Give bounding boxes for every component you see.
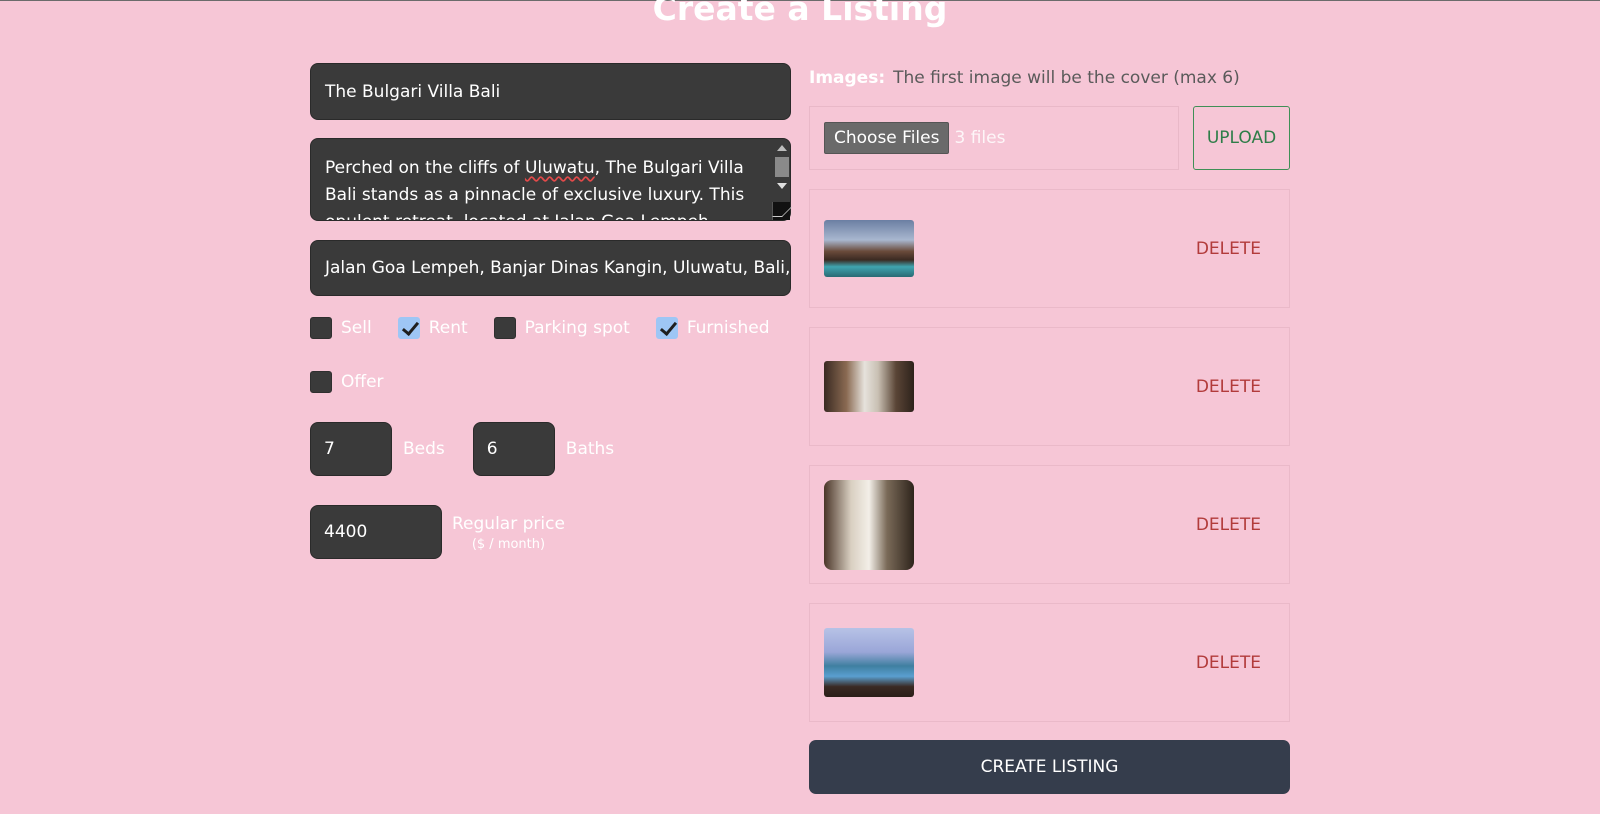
beds-input[interactable]: 7 xyxy=(310,422,392,476)
image-thumbnail xyxy=(824,220,914,277)
sell-checkbox-box[interactable] xyxy=(310,317,332,339)
choose-files-button[interactable]: Choose Files xyxy=(824,122,950,154)
delete-image-button[interactable]: DELETE xyxy=(1196,239,1261,259)
images-heading: Images: The first image will be the cover… xyxy=(809,63,1290,93)
description-scrollbar[interactable] xyxy=(774,143,790,199)
image-item: DELETE xyxy=(809,465,1290,584)
regular-price-input[interactable]: 4400 xyxy=(310,505,442,559)
rent-checkbox-box[interactable] xyxy=(397,317,420,339)
images-panel: Images: The first image will be the cover… xyxy=(809,63,1290,794)
address-input-value: Jalan Goa Lempeh, Banjar Dinas Kangin, U… xyxy=(325,258,791,278)
baths-input[interactable]: 6 xyxy=(472,422,555,476)
images-hint: The first image will be the cover (max 6… xyxy=(893,68,1240,88)
image-thumbnail xyxy=(824,479,914,570)
name-input[interactable]: The Bulgari Villa Bali xyxy=(310,63,791,120)
description-textarea[interactable]: Perched on the cliffs of Uluwatu, The Bu… xyxy=(310,138,791,221)
regular-price-label-group: Regular price ($ / month) xyxy=(452,514,565,552)
price-unit-label: ($ / month) xyxy=(471,537,546,552)
delete-image-button[interactable]: DELETE xyxy=(1196,653,1261,673)
offer-checkbox-box[interactable] xyxy=(310,371,332,393)
image-item: DELETE xyxy=(809,603,1290,722)
beds-label: Beds xyxy=(403,439,445,459)
baths-value: 6 xyxy=(486,439,498,459)
image-thumbnail xyxy=(824,628,914,697)
parking-spot-checkbox-box[interactable] xyxy=(493,317,516,339)
address-input[interactable]: Jalan Goa Lempeh, Banjar Dinas Kangin, U… xyxy=(310,240,791,296)
create-listing-button[interactable]: CREATE LISTING xyxy=(809,740,1290,794)
offer-label: Offer xyxy=(341,372,384,392)
description-misspelled-word: Uluwatu xyxy=(524,158,595,178)
image-item: DELETE xyxy=(809,327,1290,446)
delete-image-button[interactable]: DELETE xyxy=(1196,377,1261,397)
scroll-up-arrow-icon[interactable] xyxy=(777,145,787,151)
description-field[interactable]: Perched on the cliffs of Uluwatu, The Bu… xyxy=(310,138,791,221)
furnished-checkbox-box[interactable] xyxy=(655,317,678,339)
images-label: Images: xyxy=(809,68,886,88)
furnished-label: Furnished xyxy=(686,318,770,338)
regular-price-value: 4400 xyxy=(324,522,368,542)
offer-checkbox[interactable]: Offer xyxy=(310,370,384,394)
resize-handle-icon[interactable] xyxy=(772,202,790,220)
beds-value: 7 xyxy=(324,439,335,459)
rooms-row: 7 Beds 6 Baths xyxy=(310,422,791,476)
parking-spot-checkbox[interactable]: Parking spot xyxy=(493,316,630,340)
selected-file-count: 3 files xyxy=(954,128,1006,148)
rent-label: Rent xyxy=(428,318,468,338)
image-item: DELETE xyxy=(809,189,1290,308)
sell-checkbox[interactable]: Sell xyxy=(310,316,372,340)
rent-checkbox[interactable]: Rent xyxy=(397,316,468,340)
upload-row: Choose Files 3 files UPLOAD xyxy=(809,106,1290,170)
parking-spot-label: Parking spot xyxy=(524,318,630,338)
baths-label: Baths xyxy=(565,439,615,459)
image-thumbnail xyxy=(824,361,914,412)
delete-image-button[interactable]: DELETE xyxy=(1196,515,1261,535)
sell-label: Sell xyxy=(341,318,372,338)
price-row: 4400 Regular price ($ / month) xyxy=(310,505,791,559)
regular-price-label: Regular price xyxy=(452,514,565,534)
upload-button[interactable]: UPLOAD xyxy=(1193,106,1290,170)
name-input-value: The Bulgari Villa Bali xyxy=(325,81,501,102)
furnished-checkbox[interactable]: Furnished xyxy=(655,316,770,340)
listing-details-form: The Bulgari Villa Bali Perched on the cl… xyxy=(310,63,791,559)
scroll-down-arrow-icon[interactable] xyxy=(777,183,787,189)
scroll-thumb[interactable] xyxy=(775,157,789,177)
file-input[interactable]: Choose Files 3 files xyxy=(809,106,1179,170)
listing-options: Sell Rent Parking spot Furnished Offer xyxy=(310,316,791,424)
page-title: Create a Listing xyxy=(652,0,948,28)
description-text-1: Perched on the cliffs of xyxy=(325,158,525,178)
